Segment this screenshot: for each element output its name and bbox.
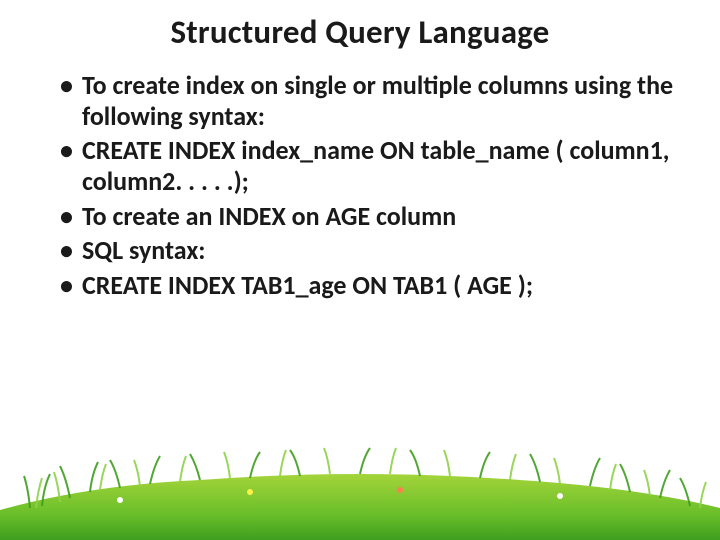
list-item: CREATE INDEX TAB1_age ON TAB1 ( AGE ); — [60, 270, 684, 301]
list-item: SQL syntax: — [60, 235, 684, 266]
list-item: To create index on single or multiple co… — [60, 70, 684, 131]
bullet-list: To create index on single or multiple co… — [36, 70, 684, 301]
page-title: Structured Query Language — [36, 12, 684, 52]
grass-decoration — [0, 430, 720, 540]
list-item: CREATE INDEX index_name ON table_name ( … — [60, 135, 684, 196]
list-item: To create an INDEX on AGE column — [60, 201, 684, 232]
slide: Structured Query Language To create inde… — [0, 0, 720, 540]
